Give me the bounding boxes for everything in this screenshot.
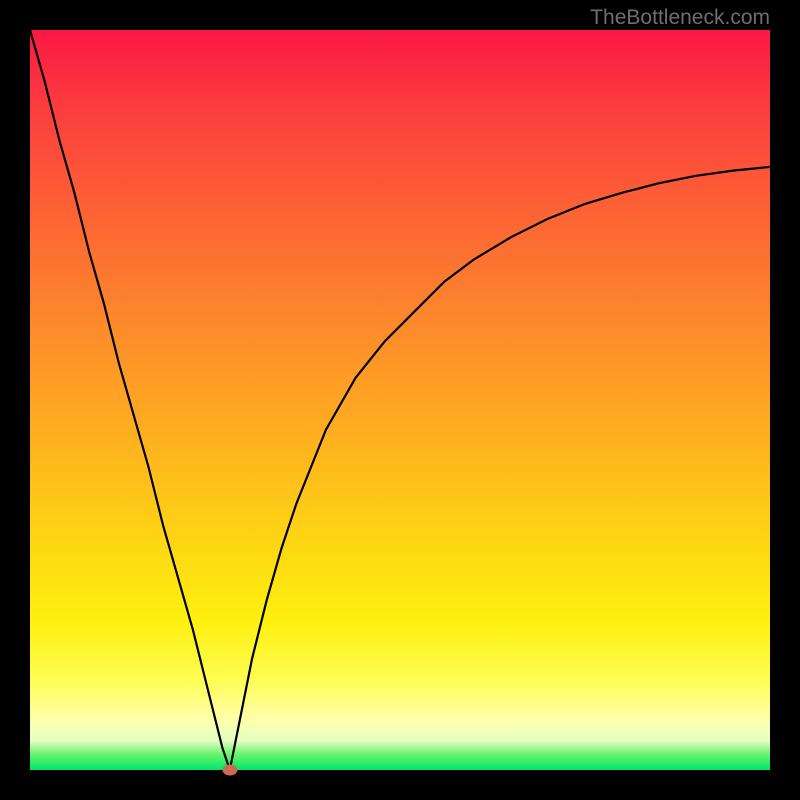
minimum-marker xyxy=(222,765,237,776)
curve-right-branch xyxy=(230,167,770,770)
chart-frame: TheBottleneck.com xyxy=(0,0,800,800)
attribution-label: TheBottleneck.com xyxy=(590,6,770,30)
plot-area xyxy=(30,30,770,770)
curve-left-branch xyxy=(30,30,230,770)
bottleneck-curve xyxy=(30,30,770,770)
